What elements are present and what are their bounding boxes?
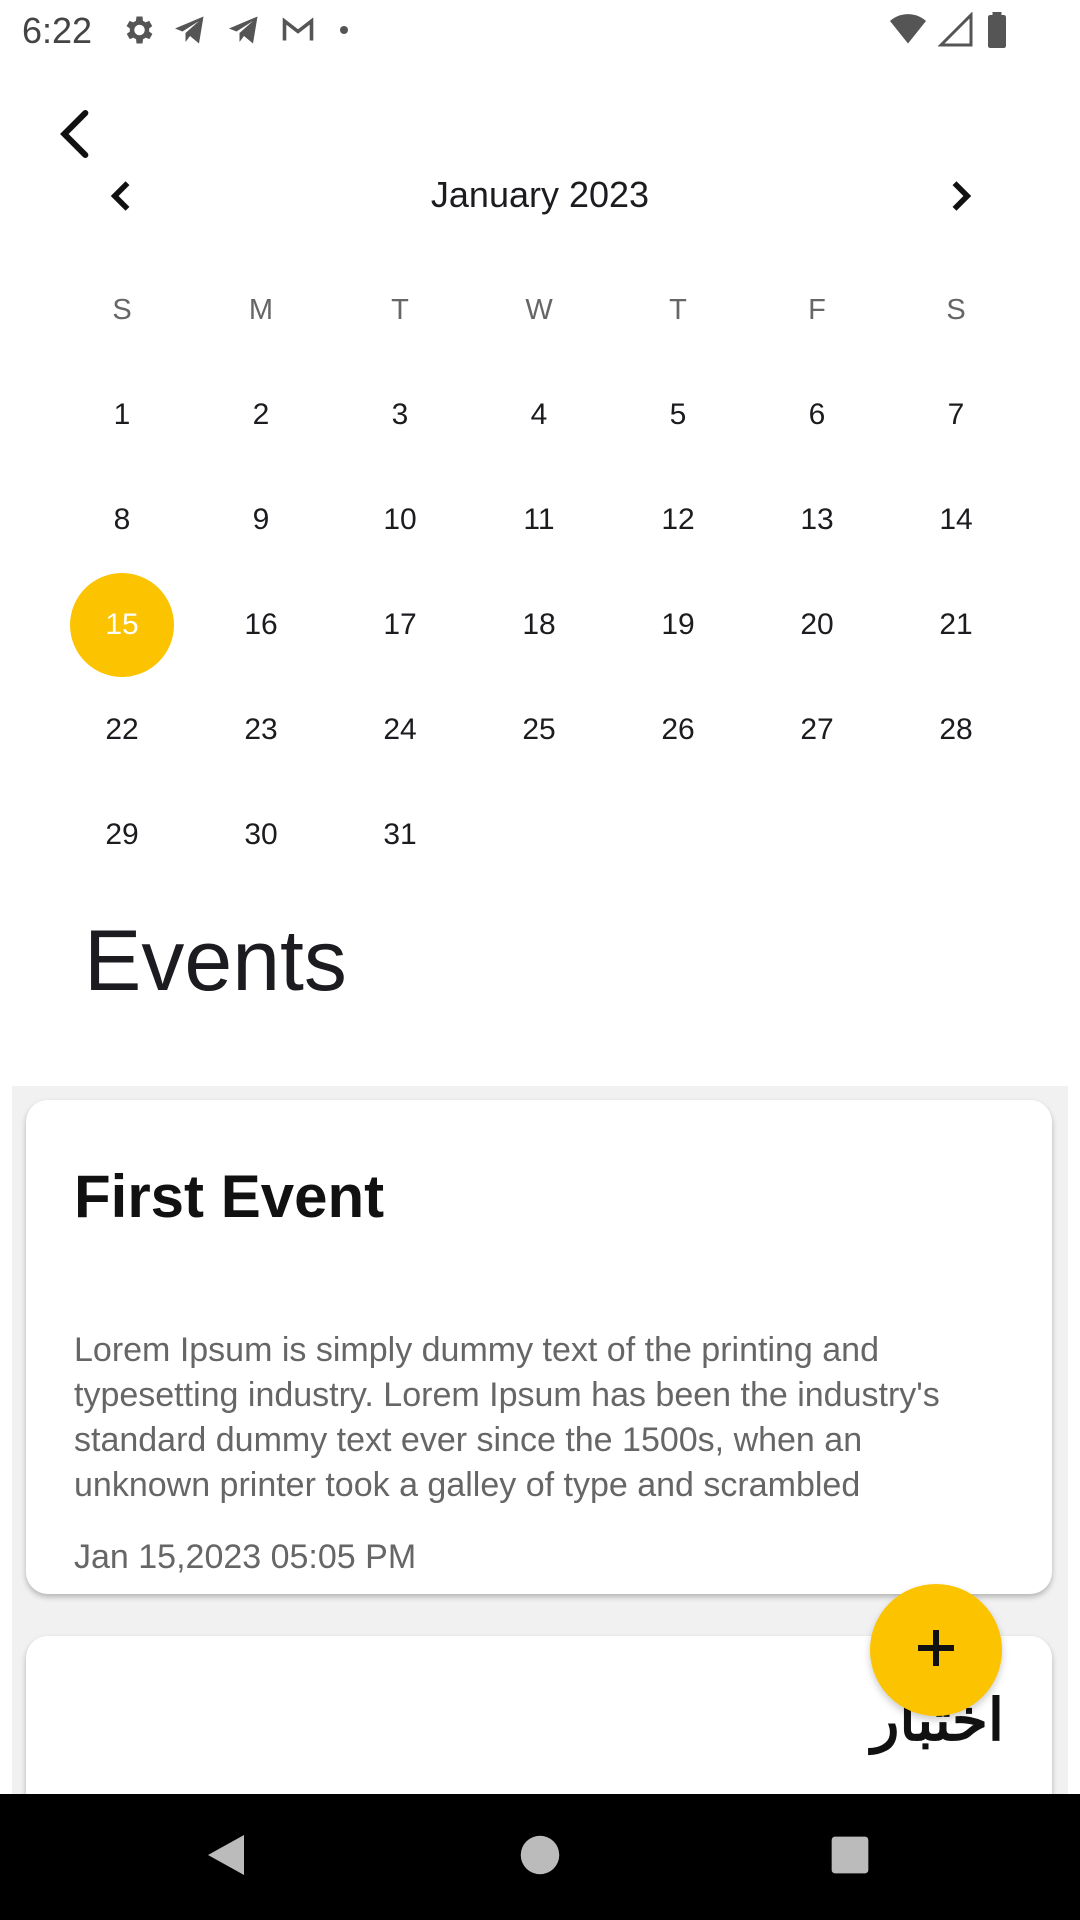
event-description: Lorem Ipsum is simply dummy text of the …: [74, 1331, 940, 1504]
navigation-bar: [0, 1794, 1080, 1920]
recents-square-icon: [830, 1835, 870, 1880]
calendar-day[interactable]: 20: [765, 573, 869, 677]
weekday-label: M: [248, 294, 274, 326]
dot-icon: [332, 12, 356, 48]
calendar-day[interactable]: 2: [209, 363, 313, 467]
telegram-icon: [224, 12, 264, 48]
weekday-label: S: [946, 294, 966, 326]
back-button[interactable]: [48, 106, 104, 162]
calendar-day[interactable]: 5: [626, 363, 730, 467]
weekday-label: S: [112, 294, 132, 326]
signal-icon: [938, 12, 974, 48]
wifi-icon: [888, 12, 928, 48]
month-title: January 2023: [430, 174, 650, 215]
calendar-day[interactable]: 24: [348, 678, 452, 782]
calendar-day[interactable]: 19: [626, 573, 730, 677]
calendar-day[interactable]: 4: [487, 363, 591, 467]
nav-recents-button[interactable]: [790, 1794, 910, 1920]
calendar-header: January 2023: [0, 160, 1080, 230]
calendar-day[interactable]: 23: [209, 678, 313, 782]
calendar-day[interactable]: 9: [209, 468, 313, 572]
calendar-day[interactable]: 17: [348, 573, 452, 677]
calendar-day[interactable]: 29: [70, 783, 174, 887]
calendar-day[interactable]: 27: [765, 678, 869, 782]
telegram-icon: [170, 12, 210, 48]
home-circle-icon: [519, 1834, 561, 1881]
plus-icon: [912, 1624, 960, 1677]
back-triangle-icon: [204, 1831, 248, 1884]
calendar-day[interactable]: 10: [348, 468, 452, 572]
event-title: First Event: [74, 1163, 385, 1230]
calendar-day[interactable]: 16: [209, 573, 313, 677]
calendar-day[interactable]: 30: [209, 783, 313, 887]
calendar-day[interactable]: 22: [70, 678, 174, 782]
calendar-day[interactable]: 1: [70, 363, 174, 467]
events-heading: Events: [84, 913, 347, 1009]
calendar-day[interactable]: 18: [487, 573, 591, 677]
add-event-button[interactable]: [870, 1584, 1002, 1716]
weekday-header: SMTWTFS: [0, 294, 1080, 338]
next-month-button[interactable]: [938, 174, 982, 218]
calendar-day[interactable]: 3: [348, 363, 452, 467]
calendar-day-selected[interactable]: 15: [70, 573, 174, 677]
calendar-day[interactable]: 31: [348, 783, 452, 887]
gear-icon: [120, 12, 156, 48]
calendar-day[interactable]: 14: [904, 468, 1008, 572]
calendar-day[interactable]: 7: [904, 363, 1008, 467]
battery-icon: [984, 12, 1010, 48]
calendar-day[interactable]: 12: [626, 468, 730, 572]
weekday-label: F: [808, 294, 826, 326]
weekday-label: W: [525, 294, 553, 326]
calendar-day[interactable]: 28: [904, 678, 1008, 782]
event-datetime: Jan 15,2023 05:05 PM: [74, 1538, 417, 1576]
chevron-right-icon: [938, 181, 982, 222]
calendar-day[interactable]: 21: [904, 573, 1008, 677]
calendar-day[interactable]: 11: [487, 468, 591, 572]
status-bar: 6:22: [0, 0, 1080, 64]
calendar-day[interactable]: 13: [765, 468, 869, 572]
weekday-label: T: [391, 294, 409, 326]
calendar-day[interactable]: 25: [487, 678, 591, 782]
nav-back-button[interactable]: [166, 1794, 286, 1920]
calendar-day[interactable]: 6: [765, 363, 869, 467]
status-time: 6:22: [22, 10, 93, 51]
calendar-day[interactable]: 26: [626, 678, 730, 782]
nav-home-button[interactable]: [480, 1794, 600, 1920]
calendar-day[interactable]: 8: [70, 468, 174, 572]
gmail-icon: [278, 12, 318, 48]
weekday-label: T: [669, 294, 687, 326]
event-card[interactable]: First Event Lorem Ipsum is simply dummy …: [26, 1100, 1052, 1594]
